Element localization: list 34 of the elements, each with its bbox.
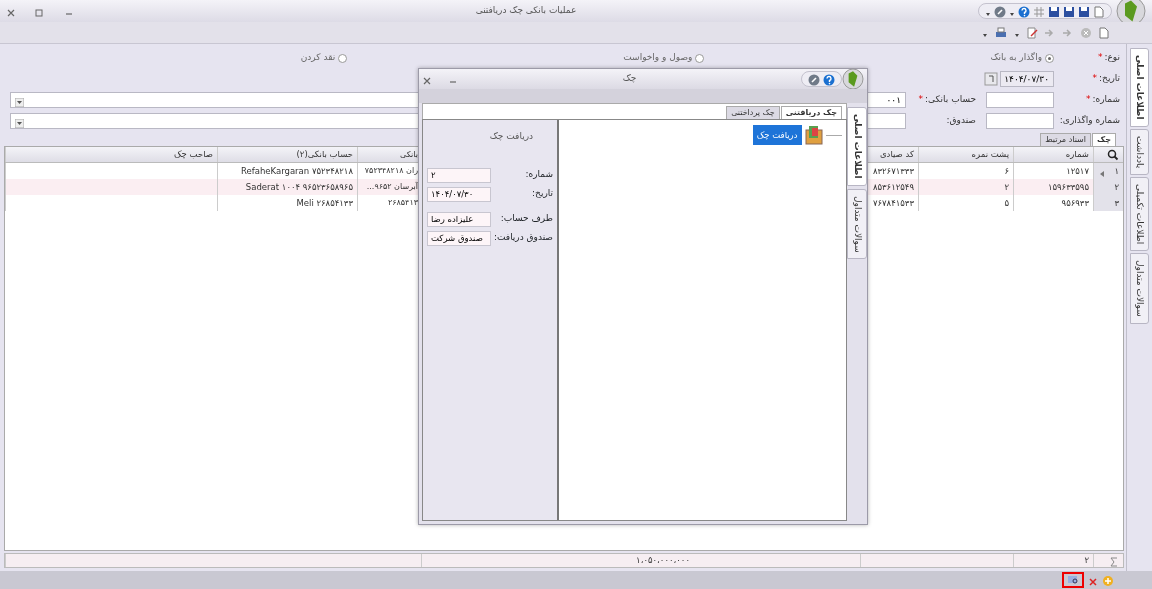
table-cell: ۲۶۸۵۴۱۳ [387,197,418,209]
table-cell: ۷۶۷۸۴۱۵۳۳ [872,196,914,210]
table-cell: ران ۷۵۲۳۴۸۲۱۸ [364,165,418,177]
required-mark: * [1097,52,1103,63]
table-cell: ۱۵۹۶۳۳۵۹۵ [1047,180,1089,194]
field-label: طرف حساب: [500,212,553,226]
total-count: ۲ [1084,554,1089,567]
date-label: تاریخ: [1099,73,1120,84]
required-mark: * [918,94,924,105]
total-amount: ۱،۰۵۰،۰۰۰،۰۰۰ [636,554,690,567]
table-cell: ۸۵۳۶۱۲۵۴۹ [872,180,914,194]
table-cell: ۱۲۵۱۷ [1066,164,1089,178]
field-label: تاریخ: [532,187,553,201]
fund-label: صندوق: [946,115,976,126]
required-mark: * [1085,94,1091,105]
table-cell: آبرسان ۹۶۵۲... [366,181,418,193]
table-cell: ۸۳۲۶۷۱۳۳۳ [872,164,914,178]
required-mark: * [1092,73,1098,84]
panel-title: دریافت چک [488,130,534,143]
table-cell: Saderat ۱۰۰۴ ۹۶۵۲۳۶۵۸۹۶۵ [245,180,353,194]
table-cell: ۵ [1004,196,1009,210]
number-label: شماره: [1092,94,1120,105]
window-title: عملیات بانکی چک دریافتنی [474,4,578,18]
table-cell: ۲ [1004,180,1009,194]
table-cell: RefaheKargaran ۷۵۲۳۴۸۲۱۸ [240,164,353,178]
type-label: نوع: [1104,52,1120,63]
table-cell: ۹۵۶۹۳۳ [1061,196,1089,210]
table-cell: ۶ [1004,164,1009,178]
assignment-number-label: شماره واگذاری: [1059,115,1120,126]
dialog-title: چک [621,72,638,86]
field-label: شماره: [525,168,553,182]
bank-account-label: حساب بانکی: [925,94,976,105]
table-cell: Meli ۲۶۸۵۴۱۳۳ [296,196,353,210]
field-label: صندوق دریافت: [493,231,553,245]
